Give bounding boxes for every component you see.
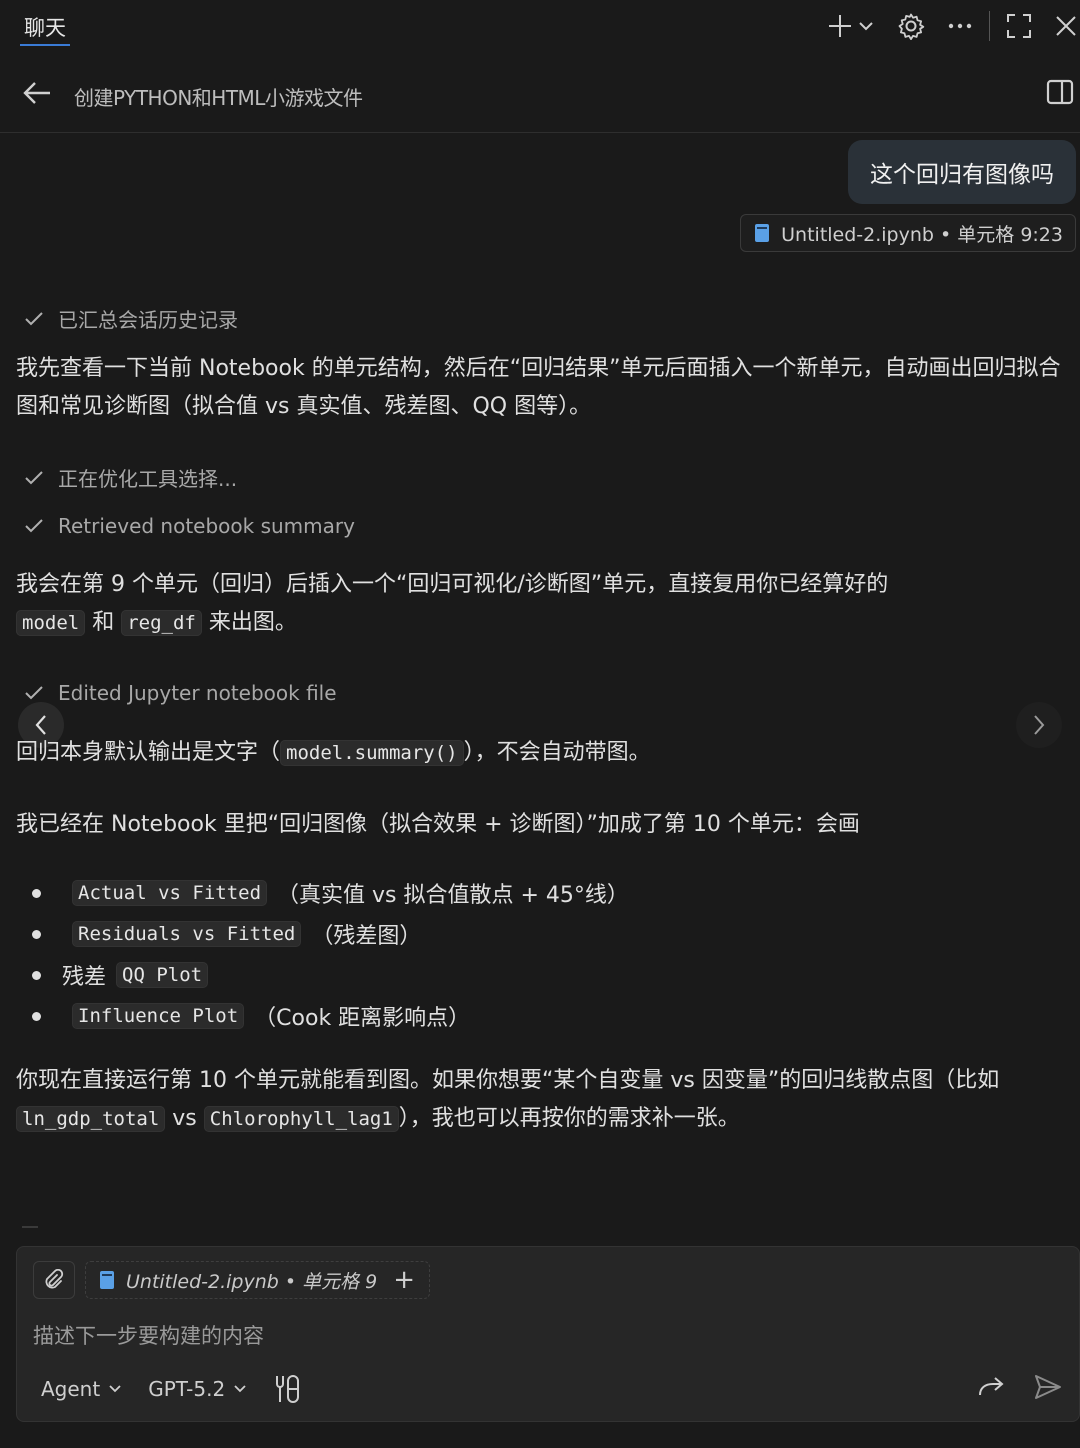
chevron-down-icon [234, 1385, 246, 1393]
model-dropdown[interactable]: GPT-5.2 [148, 1377, 247, 1401]
list-item: Actual vs Fitted （真实值 vs 拟合值散点 + 45°线） [16, 872, 1066, 913]
bullet-list: Actual vs Fitted （真实值 vs 拟合值散点 + 45°线） Re… [16, 872, 1066, 1036]
inline-code: Influence Plot [72, 1002, 245, 1029]
checkmark-icon [25, 311, 43, 325]
composer-context-chip[interactable]: Untitled-2.ipynb • 单元格 9 + [85, 1261, 431, 1299]
forward-arrow-icon [979, 1377, 1004, 1396]
close-button[interactable] [1052, 8, 1080, 44]
inline-code: model [16, 610, 86, 636]
notebook-icon [100, 1271, 114, 1289]
chevron-down-icon [109, 1385, 121, 1393]
attach-button[interactable] [33, 1261, 75, 1299]
notebook-icon [755, 224, 770, 242]
inline-code: ln_gdp_total [16, 1106, 166, 1132]
progress-step[interactable]: 已汇总会话历史记录 [24, 304, 238, 333]
back-button[interactable] [22, 80, 54, 108]
toolbar-separator [989, 11, 990, 41]
split-panel-icon [1046, 79, 1074, 105]
chat-input[interactable] [31, 1317, 1055, 1355]
assistant-paragraph: 我会在第 9 个单元（回归）后插入一个“回归可视化/诊断图”单元，直接复用你已经… [16, 572, 889, 636]
inline-code: Residuals vs Fitted [72, 920, 302, 947]
tools-icon [276, 1375, 300, 1403]
checkmark-icon [25, 686, 43, 700]
more-button[interactable] [945, 8, 975, 44]
tools-button[interactable] [273, 1374, 301, 1404]
checkmark-icon [25, 519, 43, 533]
chat-header: 创建PYTHON和HTML小游戏文件 [0, 56, 1080, 133]
fullscreen-icon [1007, 14, 1031, 38]
close-icon [1056, 16, 1076, 36]
progress-step[interactable]: Edited Jupyter notebook file [24, 681, 337, 705]
tab-active-indicator [20, 44, 70, 46]
composer-context-label: Untitled-2.ipynb • 单元格 9 [126, 1270, 378, 1293]
inline-code: reg_df [121, 610, 202, 636]
inline-code: model.summary() [280, 740, 464, 766]
inline-code: Chlorophyll_lag1 [203, 1106, 399, 1132]
assistant-paragraph: 我已经在 Notebook 里把“回归图像（拟合效果 + 诊断图）”加成了第 1… [16, 812, 860, 837]
add-context-button[interactable]: + [393, 1265, 415, 1295]
mode-dropdown[interactable]: Agent [41, 1377, 122, 1401]
composer-actions [977, 1371, 1063, 1407]
inline-code: Actual vs Fitted [72, 879, 268, 906]
new-chat-dropdown[interactable] [855, 8, 877, 44]
assistant-paragraph: 回归本身默认输出是文字（ model.summary() ），不会自动带图。 [16, 740, 651, 766]
new-chat-button[interactable] [825, 8, 855, 44]
list-item: Influence Plot （Cook 距离影响点） [16, 995, 1066, 1036]
inline-code: QQ Plot [116, 961, 209, 988]
chevron-down-icon [859, 22, 873, 31]
chevron-left-icon [35, 715, 46, 735]
paperclip-icon [45, 1269, 64, 1289]
chat-title: 创建PYTHON和HTML小游戏文件 [74, 86, 363, 110]
context-file-chip[interactable]: Untitled-2.ipynb • 单元格 9:23 [740, 214, 1076, 252]
context-file-name: Untitled-2.ipynb • 单元格 9:23 [781, 223, 1063, 246]
assistant-paragraph: 我先查看一下当前 Notebook 的单元结构，然后在“回归结果”单元后面插入一… [16, 356, 1061, 419]
chevron-right-icon [1034, 715, 1045, 735]
send-icon [1035, 1375, 1061, 1399]
top-toolbar [825, 8, 1080, 44]
settings-button[interactable] [895, 8, 927, 44]
user-message-bubble: 这个回归有图像吗 [848, 140, 1076, 204]
fullscreen-button[interactable] [1004, 8, 1034, 44]
checkmark-icon [25, 470, 43, 484]
step-label: 已汇总会话历史记录 [58, 308, 238, 332]
composer-options: Agent GPT-5.2 [41, 1371, 301, 1407]
send-button[interactable] [1033, 1373, 1063, 1405]
list-item: 残差 QQ Plot [16, 954, 1066, 995]
chat-composer: Untitled-2.ipynb • 单元格 9 + Agent GPT-5.2 [16, 1246, 1080, 1422]
more-icon [948, 23, 972, 29]
plus-icon [829, 15, 851, 37]
gear-icon [898, 13, 925, 40]
delegate-button[interactable] [977, 1375, 1005, 1403]
step-label: Retrieved notebook summary [58, 514, 355, 538]
split-view-button[interactable] [1046, 78, 1076, 108]
arrow-left-icon [23, 82, 50, 104]
step-label: 正在优化工具选择... [58, 467, 238, 491]
progress-step[interactable]: Retrieved notebook summary [24, 514, 355, 538]
list-item: Residuals vs Fitted （残差图） [16, 913, 1066, 954]
progress-step[interactable]: 正在优化工具选择... [24, 463, 237, 492]
step-label: Edited Jupyter notebook file [58, 681, 337, 705]
tab-chat[interactable]: 聊天 [24, 12, 66, 42]
top-bar: 聊天 [0, 0, 1080, 52]
divider [22, 1226, 38, 1228]
assistant-paragraph: 你现在直接运行第 10 个单元就能看到图。如果你想要“某个自变量 vs 因变量”… [16, 1068, 1000, 1132]
